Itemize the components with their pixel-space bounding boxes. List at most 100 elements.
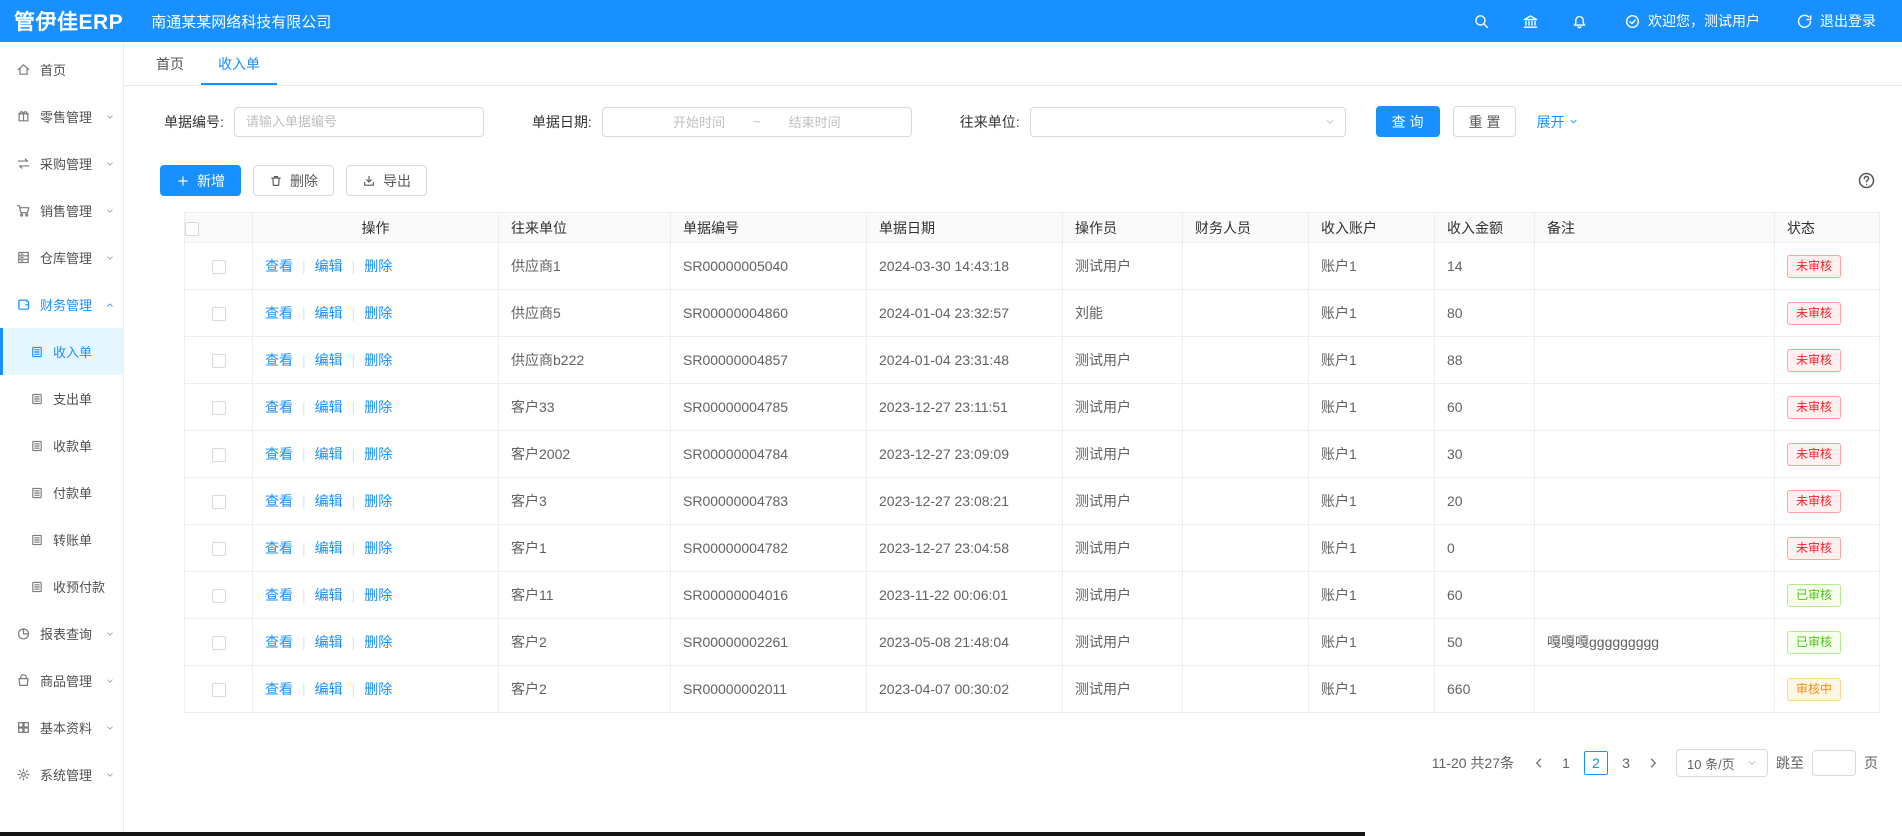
page-size-select[interactable]: 10 条/页 bbox=[1676, 749, 1768, 777]
row-action-delete[interactable]: 删除 bbox=[364, 540, 392, 556]
help-icon[interactable] bbox=[1857, 171, 1876, 190]
column-header-remark: 备注 bbox=[1535, 213, 1775, 243]
row-action-view[interactable]: 查看 bbox=[265, 540, 293, 556]
sidebar-item-2[interactable]: 采购管理 bbox=[0, 140, 123, 187]
row-action-view[interactable]: 查看 bbox=[265, 681, 293, 697]
row-action-delete[interactable]: 删除 bbox=[364, 493, 392, 509]
row-checkbox[interactable] bbox=[212, 636, 226, 650]
row-action-view[interactable]: 查看 bbox=[265, 446, 293, 462]
row-action-edit[interactable]: 编辑 bbox=[315, 399, 343, 415]
sidebar-item-0[interactable]: 首页 bbox=[0, 46, 123, 93]
sidebar-subitem-5-5[interactable]: 收预付款 bbox=[0, 563, 123, 610]
doc-icon bbox=[30, 486, 44, 500]
row-action-edit[interactable]: 编辑 bbox=[315, 352, 343, 368]
row-action-delete[interactable]: 删除 bbox=[364, 352, 392, 368]
row-action-view[interactable]: 查看 bbox=[265, 305, 293, 321]
select-all-checkbox[interactable] bbox=[185, 222, 199, 236]
sidebar-item-3[interactable]: 销售管理 bbox=[0, 187, 123, 234]
row-action-delete[interactable]: 删除 bbox=[364, 681, 392, 697]
row-action-edit[interactable]: 编辑 bbox=[315, 540, 343, 556]
export-button[interactable]: 导出 bbox=[346, 165, 427, 196]
search-icon[interactable] bbox=[1473, 13, 1490, 30]
prev-page-button[interactable] bbox=[1532, 756, 1546, 770]
page-1-button[interactable]: 1 bbox=[1554, 751, 1578, 775]
row-action-view[interactable]: 查看 bbox=[265, 493, 293, 509]
expand-label: 展开 bbox=[1536, 112, 1564, 132]
row-checkbox[interactable] bbox=[212, 307, 226, 321]
row-action-view[interactable]: 查看 bbox=[265, 258, 293, 274]
tab-income-bill[interactable]: 收入单 bbox=[201, 42, 277, 85]
row-action-edit[interactable]: 编辑 bbox=[315, 493, 343, 509]
page-2-button[interactable]: 2 bbox=[1584, 751, 1608, 775]
sidebar-subitem-5-2[interactable]: 收款单 bbox=[0, 422, 123, 469]
row-checkbox[interactable] bbox=[212, 495, 226, 509]
cell-account: 账户1 bbox=[1309, 525, 1435, 572]
cell-remark bbox=[1535, 478, 1775, 525]
cell-actions: 查看|编辑|删除 bbox=[253, 666, 499, 713]
logout-button[interactable]: 退出登录 bbox=[1796, 11, 1876, 31]
sidebar-item-9[interactable]: 系统管理 bbox=[0, 751, 123, 798]
partner-select[interactable] bbox=[1030, 107, 1346, 137]
row-action-delete[interactable]: 删除 bbox=[364, 258, 392, 274]
delete-button[interactable]: 删除 bbox=[253, 165, 334, 196]
row-action-edit[interactable]: 编辑 bbox=[315, 587, 343, 603]
cell-bill-no: SR00000002011 bbox=[671, 666, 867, 713]
row-action-delete[interactable]: 删除 bbox=[364, 446, 392, 462]
page-3-button[interactable]: 3 bbox=[1614, 751, 1638, 775]
row-action-view[interactable]: 查看 bbox=[265, 352, 293, 368]
pagination: 11-20 共27条 123 10 条/页 跳至 页 bbox=[124, 713, 1902, 777]
row-action-edit[interactable]: 编辑 bbox=[315, 258, 343, 274]
chevron-down-icon bbox=[105, 206, 115, 216]
sidebar-item-1[interactable]: 零售管理 bbox=[0, 93, 123, 140]
row-action-view[interactable]: 查看 bbox=[265, 634, 293, 650]
sidebar-item-4[interactable]: 仓库管理 bbox=[0, 234, 123, 281]
row-checkbox[interactable] bbox=[212, 683, 226, 697]
doc-icon bbox=[30, 439, 44, 453]
date-range-picker[interactable]: 开始时间 ~ 结束时间 bbox=[602, 107, 912, 137]
app-logo[interactable]: 管伊佳ERP bbox=[14, 6, 123, 36]
reset-button[interactable]: 重 置 bbox=[1453, 106, 1517, 137]
chevron-down-icon bbox=[105, 112, 115, 122]
cell-amount: 50 bbox=[1435, 619, 1535, 666]
next-page-button[interactable] bbox=[1646, 756, 1660, 770]
add-label: 新增 bbox=[197, 171, 225, 191]
bill-no-input[interactable] bbox=[234, 107, 484, 137]
sidebar-subitem-5-0[interactable]: 收入单 bbox=[0, 328, 123, 375]
cell-partner: 供应商5 bbox=[499, 290, 671, 337]
jump-input[interactable] bbox=[1812, 750, 1856, 776]
expand-link[interactable]: 展开 bbox=[1536, 112, 1579, 132]
sidebar-subitem-5-1[interactable]: 支出单 bbox=[0, 375, 123, 422]
row-action-view[interactable]: 查看 bbox=[265, 587, 293, 603]
search-button[interactable]: 查 询 bbox=[1376, 106, 1440, 137]
row-checkbox[interactable] bbox=[212, 354, 226, 368]
row-action-delete[interactable]: 删除 bbox=[364, 634, 392, 650]
sidebar-item-5[interactable]: 财务管理 bbox=[0, 281, 123, 328]
row-action-edit[interactable]: 编辑 bbox=[315, 634, 343, 650]
user-menu[interactable]: 欢迎您，测试用户 bbox=[1624, 11, 1760, 31]
row-checkbox[interactable] bbox=[212, 448, 226, 462]
bell-icon[interactable] bbox=[1571, 13, 1588, 30]
row-action-edit[interactable]: 编辑 bbox=[315, 681, 343, 697]
trash-icon bbox=[269, 174, 283, 188]
row-checkbox[interactable] bbox=[212, 542, 226, 556]
row-checkbox[interactable] bbox=[212, 589, 226, 603]
row-action-delete[interactable]: 删除 bbox=[364, 587, 392, 603]
row-action-edit[interactable]: 编辑 bbox=[315, 305, 343, 321]
row-action-delete[interactable]: 删除 bbox=[364, 305, 392, 321]
sidebar-subitem-5-4[interactable]: 转账单 bbox=[0, 516, 123, 563]
cell-operator: 测试用户 bbox=[1063, 384, 1183, 431]
bank-icon[interactable] bbox=[1522, 13, 1539, 30]
row-checkbox[interactable] bbox=[212, 260, 226, 274]
row-action-view[interactable]: 查看 bbox=[265, 399, 293, 415]
sidebar-item-7[interactable]: 商品管理 bbox=[0, 657, 123, 704]
sidebar-item-8[interactable]: 基本资料 bbox=[0, 704, 123, 751]
date-end-placeholder: 结束时间 bbox=[789, 112, 841, 131]
row-action-delete[interactable]: 删除 bbox=[364, 399, 392, 415]
row-checkbox[interactable] bbox=[212, 401, 226, 415]
tab-home[interactable]: 首页 bbox=[139, 42, 201, 85]
add-button[interactable]: 新增 bbox=[160, 165, 241, 196]
sidebar-item-6[interactable]: 报表查询 bbox=[0, 610, 123, 657]
row-action-edit[interactable]: 编辑 bbox=[315, 446, 343, 462]
sidebar-subitem-5-3[interactable]: 付款单 bbox=[0, 469, 123, 516]
chevron-down-icon bbox=[1746, 757, 1758, 769]
